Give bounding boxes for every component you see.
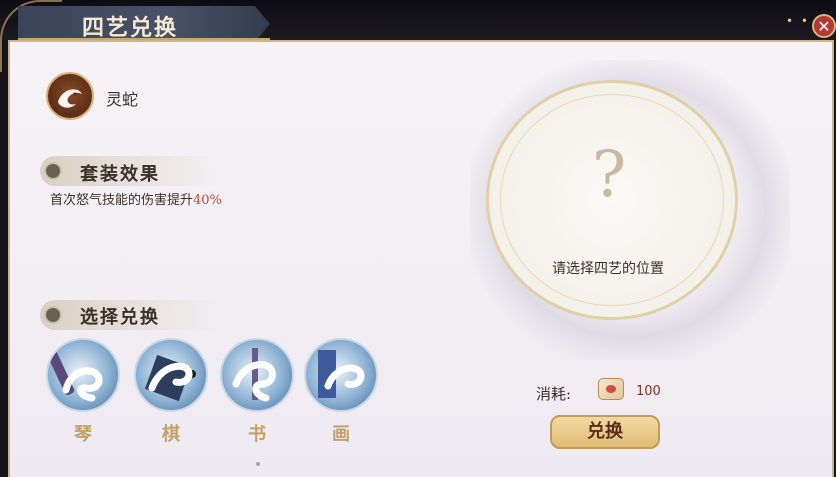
item-painting-label: 画 <box>332 424 350 445</box>
window-title: 四艺兑换 <box>82 15 179 41</box>
close-icon: ✕ <box>817 17 831 36</box>
snake-head-icon <box>46 72 94 120</box>
skin-name: 灵蛇 <box>106 90 139 109</box>
question-mark-icon: ? <box>592 138 627 212</box>
set-effect-value: 40% <box>193 193 222 208</box>
item-painting[interactable] <box>304 338 378 412</box>
book-snake-icon <box>232 348 276 402</box>
item-qin-label: 琴 <box>74 424 92 445</box>
chess-snake-icon <box>144 354 196 402</box>
cost-label: 消耗: <box>536 385 572 403</box>
selection-heading: 选择兑换 <box>80 307 160 328</box>
selected-indicator <box>256 462 260 466</box>
preview-prompt: 请选择四艺的位置 <box>552 261 664 277</box>
section-knob-icon <box>44 162 62 180</box>
section-knob-icon <box>44 306 62 324</box>
item-qin[interactable] <box>46 338 120 412</box>
item-book[interactable] <box>220 338 294 412</box>
cost-value: 100 <box>636 384 661 399</box>
coupon-icon <box>598 378 624 400</box>
item-chess-label: 棋 <box>162 424 180 445</box>
set-effect-heading: 套装效果 <box>80 164 160 185</box>
exchange-button[interactable]: 兑换 <box>550 415 660 449</box>
item-chess[interactable] <box>134 338 208 412</box>
set-effect-description: 首次怒气技能的伤害提升 <box>50 193 194 208</box>
item-book-label: 书 <box>248 424 266 445</box>
qin-snake-icon <box>48 351 103 402</box>
close-button[interactable]: ✕ <box>812 14 836 38</box>
painting-snake-icon <box>318 350 365 398</box>
set-effect-text: 首次怒气技能的伤害提升40% <box>50 189 222 208</box>
